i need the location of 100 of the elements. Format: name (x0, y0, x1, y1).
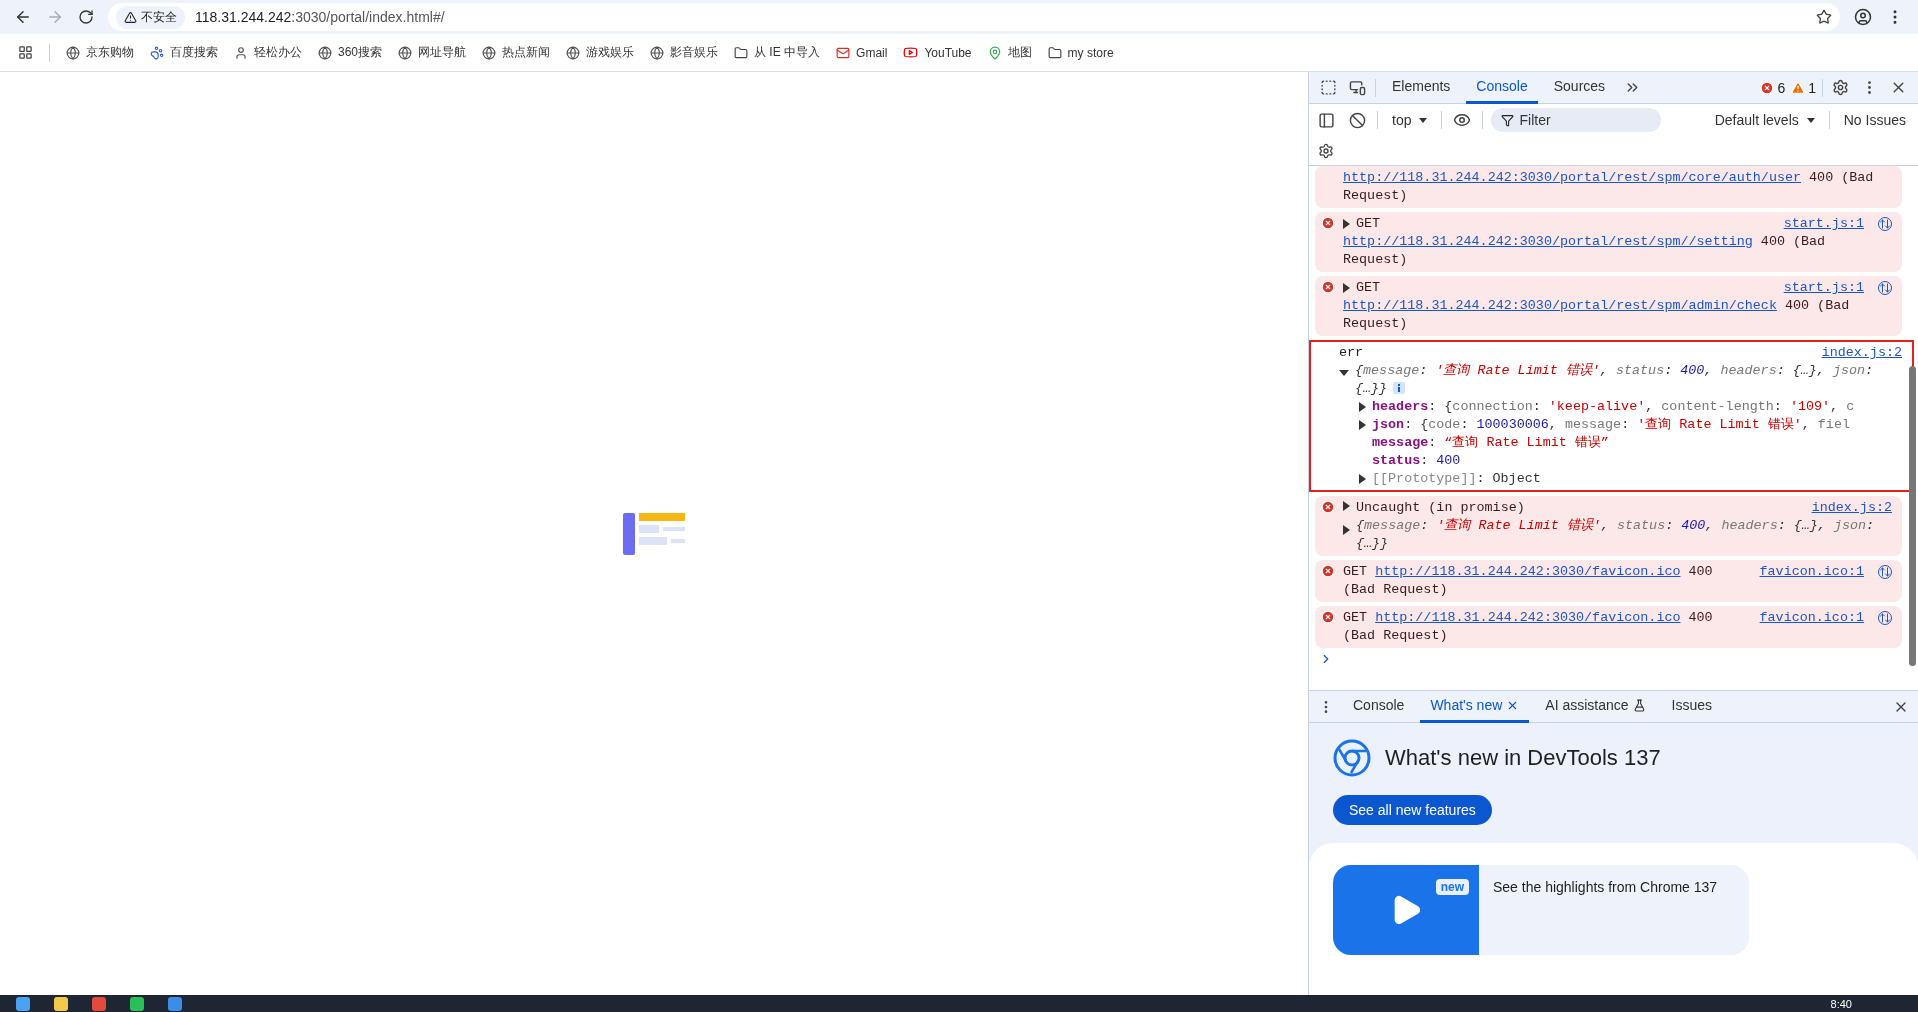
expand-triangle[interactable] (1343, 501, 1350, 511)
folder-icon (734, 45, 749, 60)
source-link[interactable]: index.js:2 (1821, 344, 1902, 362)
apps-icon[interactable] (18, 45, 33, 60)
error-icon (1321, 216, 1335, 230)
back-icon[interactable] (14, 8, 32, 26)
source-link[interactable]: start.js:1 (1783, 279, 1864, 297)
bookmark[interactable]: YouTube (903, 45, 972, 60)
source-link[interactable]: favicon.ico:1 (1759, 609, 1864, 627)
bookmark[interactable]: 百度搜索 (150, 44, 218, 61)
filter-field[interactable]: Filter (1491, 108, 1662, 132)
filter-icon (1501, 114, 1515, 127)
globe-icon (566, 45, 581, 60)
warning-icon (124, 10, 137, 24)
devtools-tab[interactable]: Console (1466, 71, 1538, 104)
bookmark[interactable]: 网址导航 (398, 44, 467, 61)
network-icon[interactable] (1878, 281, 1892, 295)
object-property: message: “查询 Rate Limit 错误” (1372, 434, 1609, 452)
folder-icon (1047, 45, 1062, 60)
map-icon (987, 45, 1002, 60)
error-text: Uncaught (in promise) (1356, 500, 1525, 515)
expand-triangle[interactable] (1343, 525, 1350, 535)
drawer-tab[interactable]: Console (1343, 690, 1415, 723)
request-url-link[interactable]: http://118.31.244.242:3030/portal/rest/spm/admin/check (1343, 298, 1777, 313)
loading-illustration (623, 512, 685, 555)
bookmark[interactable]: 地图 (987, 44, 1032, 61)
globe-icon (318, 45, 332, 60)
globe-icon (66, 45, 80, 60)
clock-text: 8:40 (1830, 997, 1852, 1010)
issues-button[interactable]: No Issues (1837, 110, 1912, 130)
globe-icon (482, 45, 497, 60)
request-url-link[interactable]: http://118.31.244.242:3030/portal/rest/spm//setting (1343, 234, 1753, 249)
bookmark[interactable]: 影音娱乐 (650, 44, 719, 61)
request-url-link[interactable]: http://118.31.244.242:3030/portal/rest/spm/core/auth/user (1343, 170, 1802, 185)
bookmark[interactable]: 热点新闻 (482, 44, 551, 61)
warning-count[interactable]: 1 (1791, 79, 1816, 96)
bookmark[interactable]: my store (1047, 45, 1114, 60)
log-label: err (1339, 345, 1364, 360)
expand-triangle[interactable] (1343, 219, 1350, 229)
see-all-features-button[interactable]: See all new features (1333, 795, 1492, 825)
object-summary: {message: '查询 Rate Limit 错误', status: 400, headers: {…}, json: {…}} (1355, 362, 1875, 398)
error-text: GET http://118.31.244.242:3030/favicon.ico 400 (Bad Request) (1343, 563, 1714, 599)
expand-triangle[interactable] (1343, 283, 1350, 293)
network-icon[interactable] (1878, 565, 1892, 579)
request-url-link[interactable]: http://118.31.244.242:3030/favicon.ico (1375, 610, 1681, 625)
reload-icon[interactable] (78, 9, 94, 25)
object-summary: {message: '查询 Rate Limit 错误', status: 400, headers: {…}, json: {…}} (1356, 517, 1876, 553)
devtools-tab[interactable]: Elements (1382, 71, 1461, 104)
source-link[interactable]: favicon.ico:1 (1759, 563, 1864, 581)
error-icon (1321, 610, 1335, 624)
expand-triangle[interactable] (1339, 370, 1349, 376)
expand-triangle[interactable] (1359, 474, 1366, 484)
error-icon (1321, 564, 1335, 578)
expand-triangle[interactable] (1359, 420, 1366, 430)
method-text: GET (1356, 215, 1381, 233)
flask-icon (1632, 698, 1646, 712)
drawer-tab[interactable]: AI assistance (1535, 690, 1656, 723)
chrome-logo-icon (1333, 739, 1371, 777)
error-icon (1321, 500, 1335, 514)
request-url-link[interactable]: http://118.31.244.242:3030/favicon.ico (1375, 564, 1681, 579)
whats-new-title: What's new in DevTools 137 (1385, 745, 1661, 771)
network-icon[interactable] (1878, 217, 1892, 231)
bookmark[interactable]: 游戏娱乐 (566, 44, 635, 61)
bookmark[interactable]: Gmail (836, 45, 888, 60)
error-icon (1321, 280, 1335, 294)
bookmark[interactable]: 从 IE 中导入 (734, 44, 821, 61)
error-text: http://118.31.244.242:3030/portal/rest/spm/core/auth/user 400 (Bad Request) (1343, 169, 1875, 205)
levels-dropdown[interactable]: Default levels (1708, 110, 1821, 130)
bookmark[interactable]: 360搜索 (318, 44, 383, 61)
error-text: GET http://118.31.244.242:3030/favicon.ico 400 (Bad Request) (1343, 609, 1714, 645)
taskbar-icon[interactable] (16, 996, 30, 1011)
star-icon[interactable] (1816, 9, 1832, 25)
caret-icon (1806, 117, 1815, 123)
source-link[interactable]: start.js:1 (1783, 215, 1864, 233)
devtools-tab[interactable]: Sources (1543, 71, 1616, 104)
context-dropdown[interactable]: top (1386, 110, 1434, 130)
play-icon (903, 45, 919, 60)
source-link[interactable]: index.js:2 (1811, 499, 1892, 517)
video-title: See the highlights from Chrome 137 (1492, 878, 1719, 897)
avatar-icon (234, 45, 248, 60)
globe-icon (398, 45, 413, 60)
method-text: GET (1356, 279, 1381, 297)
taskbar-icon[interactable] (54, 996, 68, 1011)
bookmark[interactable]: 京东购物 (66, 44, 134, 61)
drawer-tab[interactable]: Issues (1661, 690, 1723, 723)
video-card[interactable]: new See the highlights from Chrome 137 (1333, 865, 1749, 955)
security-chip[interactable]: 不安全 (116, 5, 185, 29)
object-property: status: 400 (1372, 452, 1461, 470)
profile-icon[interactable] (1854, 8, 1872, 26)
error-count[interactable]: 6 (1760, 79, 1786, 96)
network-icon[interactable] (1878, 611, 1892, 625)
scrollbar-thumb[interactable] (1909, 366, 1916, 666)
bookmark[interactable]: 轻松办公 (234, 44, 302, 61)
info-icon (1393, 382, 1406, 395)
caret-icon (1419, 117, 1428, 123)
taskbar-icon[interactable] (168, 996, 182, 1011)
expand-triangle[interactable] (1359, 402, 1366, 412)
error-text: http://118.31.244.242:3030/portal/rest/spm/admin/check 400 (Bad Request) (1343, 297, 1851, 333)
address-bar[interactable]: 不安全 118.31.244.242:3030/portal/index.html#/ (108, 3, 1840, 31)
taskbar-icon[interactable] (130, 996, 144, 1011)
